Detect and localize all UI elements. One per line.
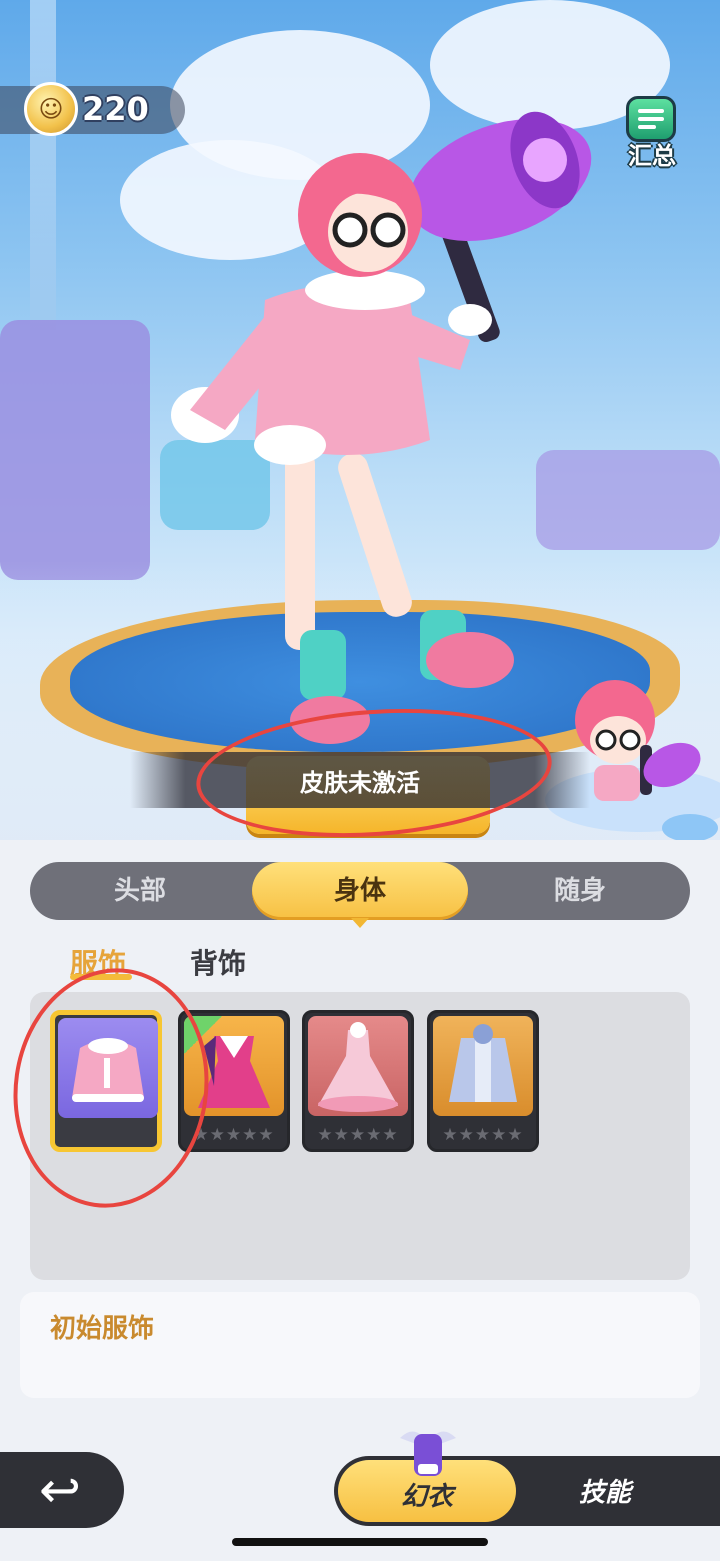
item-art	[433, 1016, 533, 1116]
back-arrow-icon: ↩	[39, 1461, 81, 1519]
item-card-princess-dress[interactable]: ★★★★★	[302, 1010, 414, 1152]
tab-body[interactable]: 身体	[252, 862, 468, 920]
tab-head[interactable]: 头部	[40, 862, 240, 920]
tab-carry[interactable]: 随身	[480, 862, 680, 920]
currency-icon: ☺	[24, 82, 78, 136]
home-indicator	[232, 1538, 488, 1546]
subtab-back-accessory[interactable]: 背饰	[190, 942, 246, 982]
game-scene-background: ☺ 220 汇总 皮肤未激活	[0, 0, 720, 855]
summary-button[interactable]: 汇总	[612, 96, 692, 172]
nav-tab-fashion-label: 幻衣	[400, 1482, 453, 1512]
rating-stars: ★★★★★	[442, 1125, 524, 1145]
item-card-mecha-jacket[interactable]: ★★★★★	[427, 1010, 539, 1152]
rating-stars: ★★★★★	[317, 1125, 399, 1145]
gown-icon	[318, 1022, 398, 1112]
currency-amount: 220	[82, 90, 149, 128]
nav-tab-skill[interactable]: 技能	[540, 1472, 670, 1509]
summary-label: 汇总	[628, 142, 676, 170]
item-art	[308, 1016, 408, 1116]
winged-outfit-icon	[400, 1431, 456, 1476]
jacket-icon	[449, 1024, 517, 1102]
item-description-title: 初始服饰	[50, 1314, 155, 1344]
